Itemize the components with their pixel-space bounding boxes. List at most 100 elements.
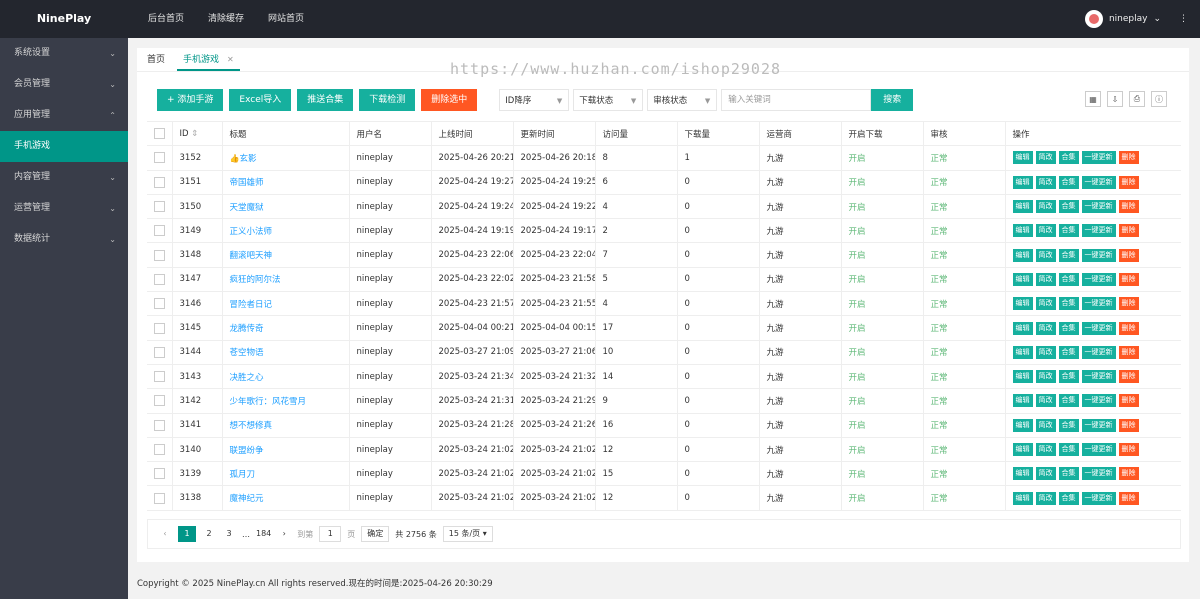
action-button-1[interactable]: 简改 — [1035, 248, 1056, 262]
avatar[interactable] — [1084, 10, 1103, 28]
action-button-0[interactable]: 编辑 — [1012, 491, 1033, 505]
info-icon[interactable]: ⓘ — [1151, 91, 1167, 107]
action-button-4[interactable]: 删除 — [1118, 224, 1139, 238]
sidebar-item-5[interactable]: 运营管理 ⌄ — [0, 193, 128, 224]
top-nav-item-0[interactable]: 后台首页 — [136, 0, 196, 38]
action-button-1[interactable]: 简改 — [1035, 297, 1056, 311]
game-title-link[interactable]: 翻滚吧天神 — [230, 251, 273, 261]
top-nav-item-1[interactable]: 清除缓存 — [196, 0, 256, 38]
game-title-link[interactable]: 帝国雄师 — [230, 178, 264, 188]
review-status-select[interactable]: 审核状态 ▼ — [647, 89, 718, 111]
sidebar-item-6[interactable]: 数据统计 ⌄ — [0, 224, 128, 255]
action-button-1[interactable]: 简改 — [1035, 151, 1056, 165]
action-button-0[interactable]: 编辑 — [1012, 345, 1033, 359]
game-title-link[interactable]: 孤月刀 — [230, 470, 256, 480]
row-checkbox[interactable] — [154, 249, 165, 261]
action-button-0[interactable]: 编辑 — [1012, 224, 1033, 238]
action-button-0[interactable]: 编辑 — [1012, 175, 1033, 189]
action-button-1[interactable]: 简改 — [1035, 345, 1056, 359]
tab-mobile-games[interactable]: 手机游戏 ✕ — [177, 48, 240, 71]
sort-select[interactable]: ID降序 ▼ — [499, 89, 570, 111]
row-checkbox[interactable] — [154, 419, 165, 431]
top-nav-item-2[interactable]: 网站首页 — [256, 0, 316, 38]
row-select-cell[interactable] — [147, 267, 172, 293]
action-button-4[interactable]: 删除 — [1118, 443, 1139, 456]
game-title-link[interactable]: 龙腾传奇 — [230, 324, 264, 334]
col-id[interactable]: ID ⇕ — [171, 120, 222, 147]
sidebar-item-0[interactable]: 系统设置 ⌄ — [0, 38, 128, 69]
action-button-0[interactable]: 编辑 — [1012, 394, 1033, 408]
action-button-3[interactable]: 一键更新 — [1081, 394, 1116, 408]
action-button-4[interactable]: 删除 — [1118, 467, 1139, 481]
action-button-0[interactable]: 编辑 — [1012, 370, 1033, 384]
action-button-4[interactable]: 删除 — [1118, 491, 1139, 505]
game-title-link[interactable]: 苍空物语 — [230, 348, 264, 358]
game-title-link[interactable]: 联盟纷争 — [230, 446, 264, 456]
row-select-cell[interactable] — [147, 437, 172, 463]
action-button-1[interactable]: 简改 — [1035, 272, 1056, 286]
page-1[interactable]: 1 — [178, 526, 196, 542]
action-button-2[interactable]: 合集 — [1058, 345, 1079, 359]
action-button-3[interactable]: 一键更新 — [1081, 175, 1116, 189]
row-checkbox[interactable] — [154, 492, 165, 504]
row-select-cell[interactable] — [147, 291, 172, 317]
row-checkbox[interactable] — [154, 176, 165, 188]
row-select-cell[interactable] — [147, 388, 172, 414]
action-button-0[interactable]: 编辑 — [1012, 272, 1033, 286]
action-button-3[interactable]: 一键更新 — [1081, 248, 1116, 262]
select-all-checkbox[interactable] — [154, 128, 165, 140]
game-title-link[interactable]: 少年歌行：风花雪月 — [230, 397, 307, 407]
action-button-4[interactable]: 删除 — [1118, 394, 1139, 408]
action-button-2[interactable]: 合集 — [1058, 394, 1079, 408]
action-button-1[interactable]: 简改 — [1035, 491, 1056, 505]
sort-icon[interactable]: ⇕ — [191, 129, 198, 139]
action-button-4[interactable]: 删除 — [1118, 321, 1139, 335]
action-button-3[interactable]: 一键更新 — [1081, 491, 1116, 505]
row-select-cell[interactable] — [147, 170, 172, 195]
action-button-3[interactable]: 一键更新 — [1081, 345, 1116, 359]
push-collection-button[interactable]: 推送合集 — [297, 89, 354, 111]
row-checkbox[interactable] — [154, 322, 165, 334]
row-checkbox[interactable] — [154, 444, 165, 455]
row-checkbox[interactable] — [154, 371, 165, 383]
action-button-3[interactable]: 一键更新 — [1081, 297, 1116, 311]
action-button-0[interactable]: 编辑 — [1012, 151, 1033, 165]
row-checkbox[interactable] — [154, 152, 165, 164]
action-button-3[interactable]: 一键更新 — [1081, 224, 1116, 238]
action-button-4[interactable]: 删除 — [1118, 248, 1139, 262]
action-button-2[interactable]: 合集 — [1058, 370, 1079, 384]
row-select-cell[interactable] — [147, 242, 172, 268]
game-title-link[interactable]: 魔神纪元 — [230, 494, 264, 504]
game-title-link[interactable]: 玄影 — [239, 154, 256, 164]
page-3[interactable]: 3 — [222, 526, 236, 542]
sidebar-item-2[interactable]: 应用管理 ⌃ — [0, 100, 128, 131]
row-select-cell[interactable] — [147, 413, 172, 438]
action-button-1[interactable]: 简改 — [1035, 370, 1056, 384]
action-button-1[interactable]: 简改 — [1035, 321, 1056, 335]
row-checkbox[interactable] — [154, 298, 165, 310]
action-button-0[interactable]: 编辑 — [1012, 467, 1033, 481]
action-button-0[interactable]: 编辑 — [1012, 443, 1033, 456]
action-button-3[interactable]: 一键更新 — [1081, 418, 1116, 432]
game-title-link[interactable]: 决胜之心 — [230, 373, 264, 383]
tab-home[interactable]: 首页 — [141, 48, 171, 71]
row-select-cell[interactable] — [147, 145, 172, 171]
add-game-button[interactable]: + 添加手游 — [157, 89, 224, 111]
action-button-2[interactable]: 合集 — [1058, 321, 1079, 335]
action-button-1[interactable]: 简改 — [1035, 467, 1056, 481]
action-button-0[interactable]: 编辑 — [1012, 297, 1033, 311]
action-button-2[interactable]: 合集 — [1058, 443, 1079, 456]
action-button-2[interactable]: 合集 — [1058, 491, 1079, 505]
goto-confirm-button[interactable]: 确定 — [361, 526, 390, 542]
page-last[interactable]: 184 — [256, 526, 271, 542]
download-check-button[interactable]: 下载检测 — [359, 89, 416, 111]
row-select-cell[interactable] — [147, 364, 172, 390]
action-button-4[interactable]: 删除 — [1118, 200, 1139, 214]
select-all-cell[interactable] — [147, 120, 172, 147]
action-button-4[interactable]: 删除 — [1118, 418, 1139, 432]
action-button-2[interactable]: 合集 — [1058, 224, 1079, 238]
sidebar-item-4[interactable]: 内容管理 ⌄ — [0, 162, 128, 193]
columns-icon[interactable]: ▦ — [1085, 91, 1101, 107]
action-button-4[interactable]: 删除 — [1118, 297, 1139, 311]
action-button-4[interactable]: 删除 — [1118, 151, 1139, 165]
